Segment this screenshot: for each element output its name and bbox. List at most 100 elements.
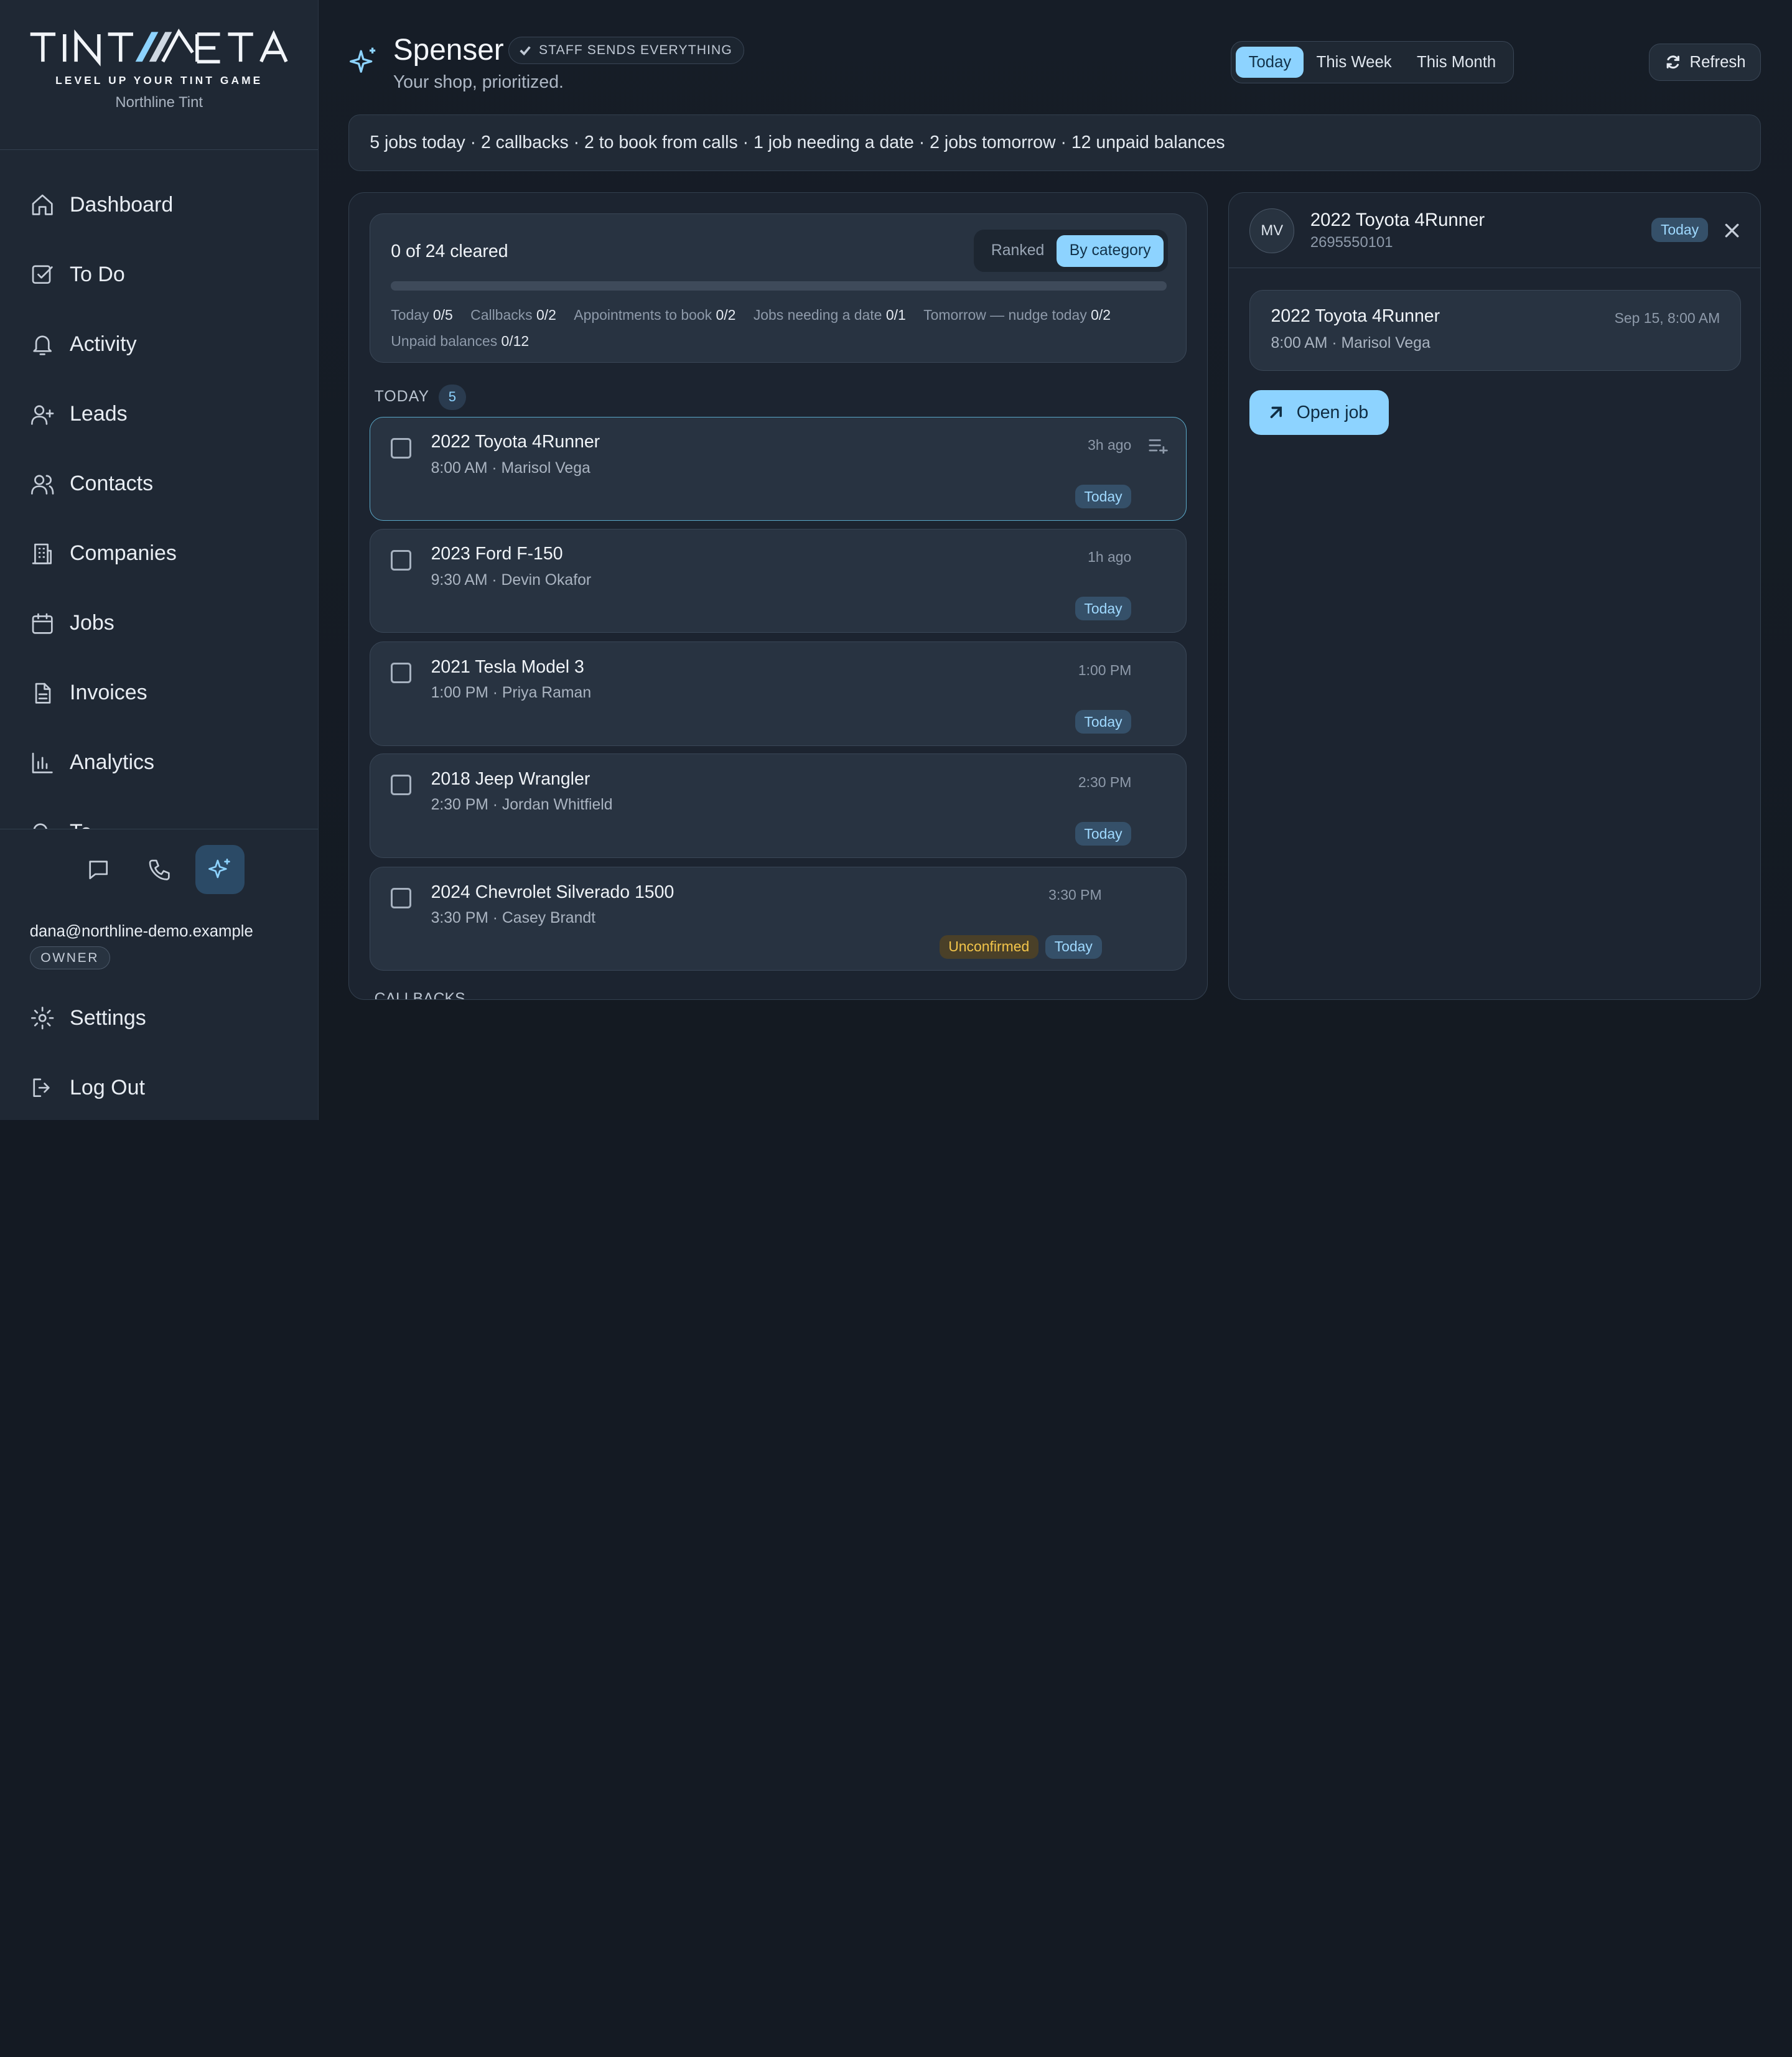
task-card[interactable]: 2018 Jeep Wrangler 2:30 PM · Jordan Whit… [370, 753, 1187, 858]
task-card[interactable]: 2022 Toyota 4Runner 8:00 AM · Marisol Ve… [370, 416, 1187, 521]
summary-bar: 5 jobs today · 2 callbacks · 2 to book f… [348, 114, 1762, 172]
category-stats: Today 0/5 Callbacks 0/2 Appointments to … [391, 302, 1168, 355]
task-title: 2022 Toyota 4Runner [431, 432, 600, 452]
nav-item-activity[interactable]: Activity [0, 310, 318, 380]
brand-tagline: LEVEL UP YOUR TINT GAME [55, 74, 263, 87]
section-label: TODAY [374, 388, 430, 406]
task-subtitle: 2:30 PM · Jordan Whitfield [431, 796, 613, 814]
list-add-icon[interactable] [1149, 437, 1168, 454]
category-stat: Unpaid balances 0/12 [391, 333, 530, 350]
staff-mode-badge: STAFF SENDS EVERYTHING [508, 36, 745, 64]
page-subtitle: Your shop, prioritized. [393, 72, 564, 92]
nav-label: Invoices [70, 681, 147, 705]
task-subtitle: 8:00 AM · Marisol Vega [431, 459, 590, 477]
section-count: 5 [438, 385, 466, 410]
task-time: 1h ago [1088, 548, 1132, 565]
badge-today: Today [1045, 935, 1102, 959]
task-panel: 0 of 24 cleared Ranked By category Today… [348, 192, 1208, 1001]
progress-card: 0 of 24 cleared Ranked By category Today… [370, 213, 1187, 363]
messages-icon [89, 860, 108, 879]
logout-link[interactable]: Log Out [0, 1053, 318, 1122]
detail-title: 2022 Toyota 4Runner [1310, 210, 1485, 231]
nav-item-todo[interactable]: To Do [0, 240, 318, 310]
progress-bar [391, 281, 1167, 291]
sidebar-bottom: dana@northline-demo.example OWNER Settin… [0, 828, 319, 1122]
nav-label: Dashboard [70, 193, 174, 217]
phone-button[interactable] [134, 845, 184, 894]
task-badges: Today [1075, 596, 1132, 621]
event-card[interactable]: 2022 Toyota 4Runner 8:00 AM · Marisol Ve… [1249, 289, 1742, 371]
detail-phone: 2695550101 [1310, 233, 1393, 251]
nav-label: Companies [70, 541, 177, 566]
view-by-category[interactable]: By category [1057, 235, 1164, 267]
task-subtitle: 9:30 AM · Devin Okafor [431, 571, 592, 589]
task-checkbox[interactable] [391, 437, 412, 459]
category-stat: Callbacks 0/2 [470, 307, 556, 324]
open-job-button[interactable]: Open job [1249, 390, 1389, 435]
bar-chart-icon [32, 752, 53, 773]
logout-label: Log Out [70, 1075, 145, 1099]
building-icon [32, 543, 52, 564]
view-ranked[interactable]: Ranked [979, 235, 1057, 267]
staff-badge-label: STAFF SENDS EVERYTHING [539, 42, 732, 57]
task-checkbox[interactable] [391, 775, 412, 796]
task-badges: Unconfirmed Today [939, 935, 1102, 959]
nav-item-analytics[interactable]: Analytics [0, 728, 318, 798]
main-area: Spenser STAFF SENDS EVERYTHING Your shop… [319, 0, 1792, 1120]
task-subtitle: 1:00 PM · Priya Raman [431, 684, 592, 702]
ai-assistant-button[interactable] [195, 845, 245, 895]
nav-label: Contacts [70, 472, 154, 496]
logout-icon [33, 1078, 50, 1098]
shop-name: Northline Tint [115, 94, 203, 111]
task-checkbox[interactable] [391, 663, 412, 684]
badge-today: Today [1075, 709, 1132, 734]
checkbox-icon [32, 265, 53, 284]
settings-link[interactable]: Settings [0, 983, 318, 1053]
users-icon [30, 474, 54, 495]
tab-this-week[interactable]: This Week [1304, 47, 1404, 78]
view-toggle: Ranked By category [974, 230, 1169, 273]
event-subtitle: 8:00 AM · Marisol Vega [1271, 335, 1430, 352]
task-time: 1:00 PM [1078, 661, 1132, 678]
document-icon [35, 683, 51, 704]
task-title: 2023 Ford F-150 [431, 544, 563, 564]
task-checkbox[interactable] [391, 549, 412, 571]
nav-item-invoices[interactable]: Invoices [0, 658, 318, 728]
task-card[interactable]: 2021 Tesla Model 3 1:00 PM · Priya Raman… [370, 641, 1187, 746]
detail-status-badge: Today [1651, 217, 1708, 242]
event-title: 2022 Toyota 4Runner [1271, 306, 1440, 327]
category-stat: Jobs needing a date 0/1 [753, 307, 906, 324]
nav-label: Leads [70, 402, 128, 426]
task-checkbox[interactable] [391, 888, 412, 909]
task-badges: Today [1075, 484, 1132, 509]
nav-label: Te [70, 820, 92, 828]
close-icon[interactable] [1722, 220, 1742, 241]
nav-item-leads[interactable]: Leads [0, 380, 318, 449]
task-badges: Today [1075, 821, 1132, 846]
task-title: 2018 Jeep Wrangler [431, 769, 590, 790]
tab-today[interactable]: Today [1236, 47, 1304, 78]
task-card[interactable]: 2023 Ford F-150 9:30 AM · Devin Okafor 1… [370, 528, 1187, 633]
nav-item-partial[interactable]: Te [0, 798, 318, 829]
nav-item-jobs[interactable]: Jobs [0, 589, 318, 658]
messages-button[interactable] [74, 845, 123, 894]
nav-label: Activity [70, 332, 137, 357]
partial-icon [33, 823, 47, 829]
user-plus-icon [30, 404, 54, 425]
task-card[interactable]: 2024 Chevrolet Silverado 1500 3:30 PM · … [370, 867, 1187, 971]
nav-item-contacts[interactable]: Contacts [0, 449, 318, 519]
task-time: 3h ago [1088, 436, 1132, 453]
refresh-button[interactable]: Refresh [1649, 43, 1762, 82]
task-title: 2021 Tesla Model 3 [431, 657, 584, 678]
page-title: Spenser [393, 34, 504, 67]
task-subtitle: 3:30 PM · Casey Brandt [431, 910, 596, 927]
category-stat: Tomorrow — nudge today 0/2 [923, 307, 1111, 324]
check-icon [520, 46, 531, 56]
tab-this-month[interactable]: This Month [1404, 47, 1509, 78]
nav-item-companies[interactable]: Companies [0, 519, 318, 589]
tintmeta-logo[interactable] [28, 27, 291, 67]
badge-today: Today [1075, 821, 1132, 846]
section-today-header: TODAY 5 [374, 385, 466, 410]
nav-item-dashboard[interactable]: Dashboard [0, 170, 318, 240]
cleared-count: 0 of 24 cleared [391, 241, 508, 261]
